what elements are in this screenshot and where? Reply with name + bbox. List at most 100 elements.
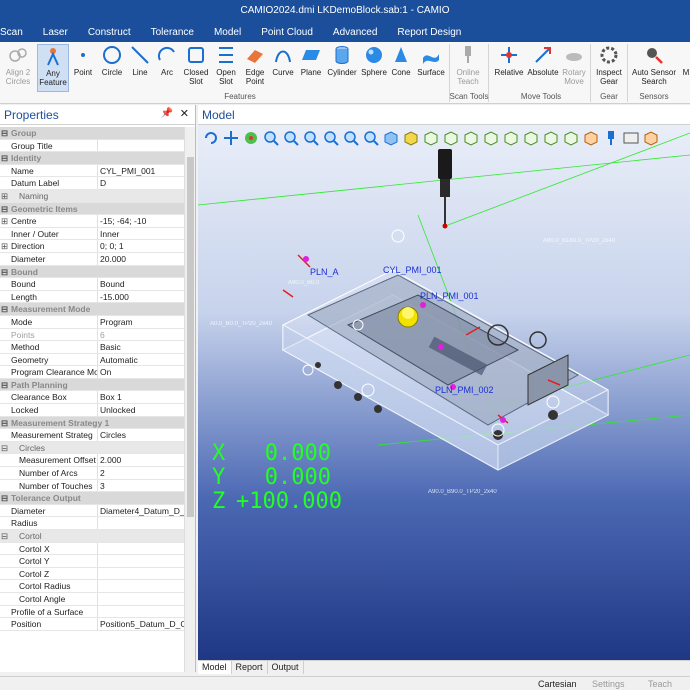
- property-row[interactable]: Name CYL_PMI_001: [0, 164, 184, 178]
- status-teach[interactable]: Teach: [648, 679, 672, 689]
- plane-button[interactable]: Plane: [298, 44, 324, 77]
- property-row[interactable]: Diameter 20.000: [0, 252, 184, 266]
- tab-output[interactable]: Output: [268, 661, 304, 674]
- status-settings[interactable]: Settings: [592, 679, 625, 689]
- inspect-gear-button[interactable]: Inspect Gear: [594, 44, 624, 86]
- curve-button[interactable]: Curve: [270, 44, 296, 77]
- property-value[interactable]: Program: [98, 316, 184, 328]
- property-row[interactable]: Datum Label D: [0, 177, 184, 190]
- circle-button[interactable]: Circle: [98, 44, 126, 77]
- property-row[interactable]: Clearance Box Box 1: [0, 391, 184, 405]
- property-value[interactable]: -15.000: [98, 291, 184, 303]
- property-value[interactable]: 2.000: [98, 454, 184, 466]
- property-value[interactable]: [98, 568, 184, 580]
- property-row[interactable]: DiameterDiameter4_Datum_D_Cy: [0, 504, 184, 518]
- property-value[interactable]: Circles: [98, 429, 184, 441]
- line-button[interactable]: Line: [128, 44, 152, 77]
- property-value[interactable]: [98, 140, 184, 152]
- cone-button[interactable]: Cone: [389, 44, 413, 77]
- expand-toggle-icon[interactable]: ⊞: [0, 215, 9, 227]
- property-category[interactable]: ⊟ Bound: [0, 265, 184, 279]
- property-row[interactable]: ⊞ Direction 0; 0; 1: [0, 240, 184, 253]
- property-value[interactable]: Automatic: [98, 354, 184, 366]
- expand-toggle-icon[interactable]: ⊟: [0, 530, 9, 542]
- auto-sensor-search-button[interactable]: Auto Sensor Search: [629, 44, 679, 86]
- property-row[interactable]: Position Position5_Datum_D_Cyl: [0, 618, 184, 631]
- arc-button[interactable]: Arc: [155, 44, 179, 77]
- property-row[interactable]: Group Title: [0, 139, 184, 153]
- property-category[interactable]: ⊟ Measurement Strategy 1: [0, 416, 184, 430]
- open-slot-button[interactable]: Open Slot: [212, 44, 240, 86]
- more-ribbon-button[interactable]: M: [682, 44, 690, 77]
- scrollbar-thumb[interactable]: [187, 157, 194, 517]
- property-value[interactable]: Basic: [98, 341, 184, 353]
- menu-advanced[interactable]: Advanced: [323, 27, 387, 38]
- property-subcategory[interactable]: ⊞ Naming: [0, 189, 184, 203]
- property-value[interactable]: 0; 0; 1: [98, 240, 184, 252]
- property-row[interactable]: Number of Arcs 2: [0, 467, 184, 480]
- property-value[interactable]: Inner: [98, 228, 184, 240]
- expand-toggle-icon[interactable]: ⊞: [0, 240, 9, 252]
- any-feature-button[interactable]: Any Feature: [37, 44, 69, 92]
- property-value[interactable]: -15; -64; -10: [98, 215, 184, 227]
- property-value[interactable]: Diameter4_Datum_D_Cy: [98, 505, 184, 517]
- property-row[interactable]: Bound Bound: [0, 278, 184, 291]
- align-2-circles-button[interactable]: Align 2 Circles: [2, 44, 34, 86]
- property-row[interactable]: Cortol Y: [0, 555, 184, 568]
- property-row[interactable]: Radius: [0, 517, 184, 530]
- cylinder-button[interactable]: Cylinder: [326, 44, 358, 77]
- property-subcategory[interactable]: ⊟ Circles: [0, 441, 184, 455]
- property-value[interactable]: D: [98, 177, 184, 189]
- property-value[interactable]: Position5_Datum_D_Cyl: [98, 618, 184, 630]
- property-value[interactable]: 2: [98, 467, 184, 479]
- property-value[interactable]: On: [98, 366, 184, 378]
- menu-report-design[interactable]: Report Design: [387, 27, 471, 38]
- property-row[interactable]: Locked Unlocked: [0, 404, 184, 417]
- property-category[interactable]: ⊟ Path Planning: [0, 378, 184, 392]
- pin-icon[interactable]: 📌: [161, 108, 173, 119]
- relative-button[interactable]: Relative: [493, 44, 525, 77]
- property-row[interactable]: Cortol X: [0, 542, 184, 556]
- property-row[interactable]: Inner / Outer Inner: [0, 227, 184, 241]
- property-value[interactable]: 3: [98, 480, 184, 492]
- property-row[interactable]: Points 6: [0, 328, 184, 342]
- close-icon[interactable]: ✕: [180, 107, 189, 120]
- property-row[interactable]: Method Basic: [0, 341, 184, 354]
- property-category[interactable]: ⊟ Group: [0, 127, 184, 140]
- model-canvas[interactable]: PLN_A CYL_PMI_001 PLN_PMI_001 PLN_PMI_00…: [198, 125, 690, 660]
- property-row[interactable]: Measurement Offset 2.000: [0, 454, 184, 468]
- point-button[interactable]: Point: [70, 44, 96, 77]
- sphere-button[interactable]: Sphere: [360, 44, 388, 77]
- property-value[interactable]: [98, 593, 184, 605]
- menu-scan[interactable]: Scan: [0, 27, 33, 38]
- property-category[interactable]: ⊟ Identity: [0, 152, 184, 165]
- tab-model[interactable]: Model: [198, 661, 232, 674]
- status-coordinate-mode[interactable]: Cartesian: [538, 679, 577, 689]
- property-category[interactable]: ⊟ Geometric Items: [0, 202, 184, 216]
- edge-point-button[interactable]: Edge Point: [241, 44, 269, 86]
- property-value[interactable]: [98, 606, 184, 618]
- property-row[interactable]: Cortol Angle: [0, 592, 184, 606]
- property-value[interactable]: Box 1: [98, 391, 184, 403]
- online-teach-button[interactable]: Online Teach: [452, 44, 484, 86]
- expand-toggle-icon[interactable]: ⊟: [0, 442, 9, 454]
- property-row[interactable]: Mode Program: [0, 315, 184, 329]
- property-category[interactable]: ⊟ Tolerance Output: [0, 492, 184, 505]
- property-row[interactable]: ⊞ Centre -15; -64; -10: [0, 215, 184, 228]
- surface-button[interactable]: Surface: [415, 44, 447, 77]
- property-value[interactable]: CYL_PMI_001: [98, 165, 184, 177]
- property-value[interactable]: [98, 517, 184, 529]
- menu-construct[interactable]: Construct: [78, 27, 141, 38]
- property-row[interactable]: Cortol Radius: [0, 580, 184, 593]
- property-row[interactable]: Length -15.000: [0, 290, 184, 304]
- properties-scrollbar[interactable]: [184, 127, 195, 672]
- expand-toggle-icon[interactable]: ⊞: [0, 190, 9, 202]
- absolute-button[interactable]: Absolute: [526, 44, 560, 77]
- property-value[interactable]: Bound: [98, 278, 184, 290]
- rotary-move-button[interactable]: Rotary Move: [561, 44, 587, 86]
- property-value[interactable]: Unlocked: [98, 404, 184, 416]
- property-value[interactable]: 6: [98, 329, 184, 341]
- menu-point-cloud[interactable]: Point Cloud: [251, 27, 323, 38]
- property-value[interactable]: [98, 543, 184, 555]
- property-row[interactable]: Program Clearance Mod On: [0, 366, 184, 379]
